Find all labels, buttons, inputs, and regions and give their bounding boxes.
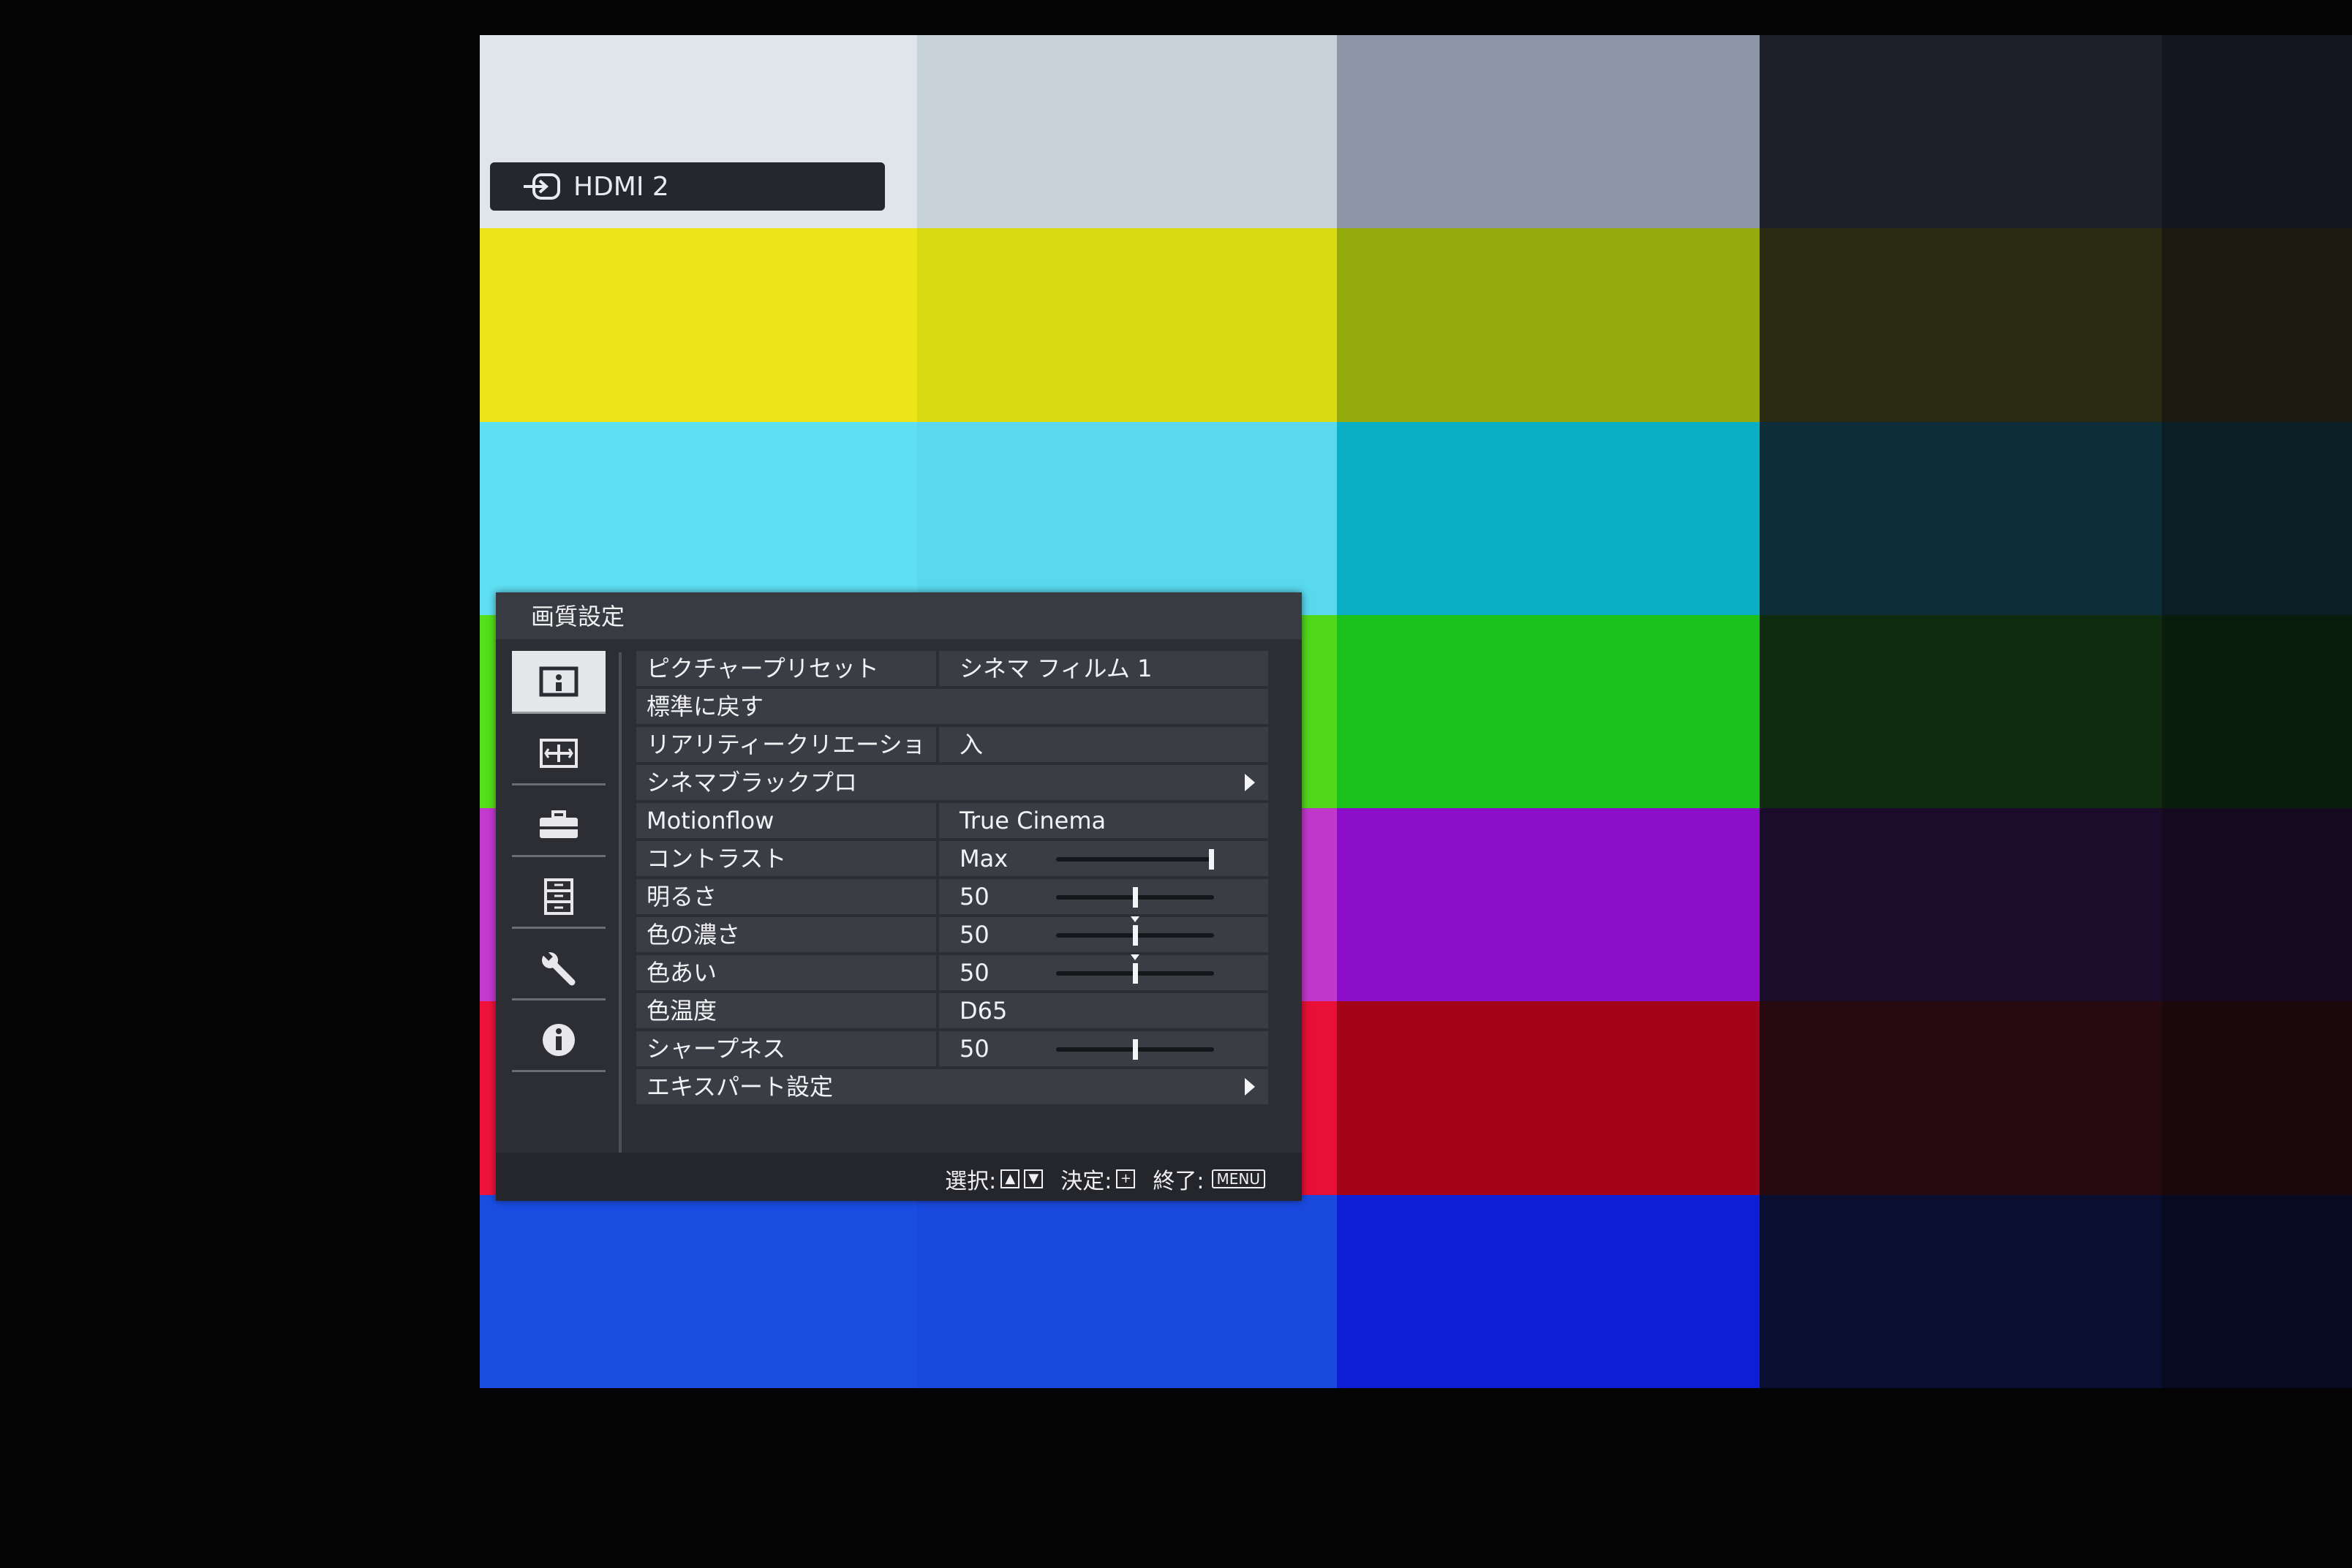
test-pattern-bar [2162, 615, 2352, 810]
menu-item-color-temp[interactable]: 色温度 D65 [636, 993, 1268, 1028]
center-mark-icon [1131, 954, 1139, 960]
menu-item-reset[interactable]: 標準に戻す [636, 689, 1268, 724]
slider-knob[interactable] [1209, 849, 1214, 870]
picture-icon [539, 666, 578, 696]
test-pattern-bar [1337, 808, 1760, 1003]
test-pattern-bar [2162, 1001, 2352, 1196]
test-pattern-bar [1337, 422, 1760, 617]
category-screen[interactable] [512, 723, 606, 785]
menu-item-reality-creation[interactable]: リアリティークリエーション 入 [636, 727, 1268, 794]
test-pattern-bar [2162, 35, 2352, 230]
screen-icon [540, 738, 578, 768]
category-picture[interactable] [512, 651, 606, 714]
test-pattern-bar [480, 1195, 917, 1388]
down-key-icon: ▼ [1024, 1169, 1044, 1188]
category-information[interactable] [512, 1009, 606, 1072]
test-pattern-bar [917, 422, 1337, 617]
test-pattern-bar [2162, 808, 2352, 1003]
menu-item-motionflow[interactable]: Motionflow True Cinema [636, 803, 1268, 838]
slider-knob[interactable] [1133, 963, 1138, 984]
menu-item-label: 色あい [636, 955, 936, 990]
input-indicator: HDMI 2 [490, 162, 885, 211]
menu-item-brightness[interactable]: 明るさ 50 [636, 879, 1268, 914]
menu-item-value: True Cinema [939, 803, 1268, 838]
test-pattern-bar [2162, 228, 2352, 423]
test-pattern-bar [1760, 808, 2162, 1003]
menu-item-label: ピクチャープリセット [636, 651, 936, 686]
wrench-icon [541, 949, 576, 985]
contrast-slider[interactable] [1056, 849, 1214, 870]
color-slider[interactable] [1056, 916, 1214, 946]
menu-item-label: コントラスト [636, 841, 936, 876]
menu-item-label: 明るさ [636, 879, 936, 914]
menu-item-label: エキスパート設定 [636, 1069, 1268, 1104]
menu-item-label: 色の濃さ [636, 917, 936, 952]
sharpness-slider[interactable] [1056, 1039, 1214, 1060]
menu-item-label: 標準に戻す [636, 689, 1268, 724]
slider-knob[interactable] [1133, 1039, 1138, 1060]
test-pattern-bar [480, 422, 917, 617]
slider-knob[interactable] [1133, 925, 1138, 946]
category-function[interactable] [512, 866, 606, 929]
test-pattern-bar [917, 228, 1337, 423]
test-pattern-bar [1337, 615, 1760, 810]
info-icon [543, 1023, 575, 1056]
menu-item-hue[interactable]: 色あい 50 [636, 954, 1268, 990]
test-pattern-bar [1760, 228, 2162, 423]
submenu-arrow-icon [1245, 774, 1255, 791]
input-source-icon [524, 173, 560, 200]
submenu-arrow-icon [1245, 1078, 1255, 1096]
slider-knob[interactable] [1133, 887, 1138, 908]
enter-hint: 決定: [1060, 1169, 1112, 1194]
category-installation[interactable] [512, 938, 606, 1000]
menu-item-value: D65 [939, 993, 1268, 1028]
key-guide: 選択: ▲ ▼ 決定: + 終了: MENU [945, 1163, 1265, 1195]
test-pattern-bar [1337, 228, 1760, 423]
category-setup[interactable] [512, 794, 606, 857]
test-pattern-bar [1337, 1195, 1760, 1388]
menu-item-expert-settings[interactable]: エキスパート設定 [636, 1069, 1268, 1104]
test-pattern-bar [1760, 422, 2162, 617]
menu-item-label: シャープネス [636, 1031, 936, 1066]
menu-item-cinema-black-pro[interactable]: シネマブラックプロ [636, 765, 1268, 800]
menu-item-label: シネマブラックプロ [636, 765, 1268, 800]
test-pattern-bar [917, 1195, 1337, 1388]
picture-settings-menu: 画質設定 ピクチャープリセット シネマ フィルム 1 標準に戻す リアリティーク… [496, 592, 1302, 1201]
menu-item-color[interactable]: 色の濃さ 50 [636, 916, 1268, 952]
function-icon [544, 878, 573, 915]
menu-footer: 選択: ▲ ▼ 決定: + 終了: MENU [496, 1153, 1302, 1201]
menu-item-sharpness[interactable]: シャープネス 50 [636, 1031, 1268, 1066]
test-pattern-bar [1760, 1001, 2162, 1196]
test-pattern-bar [2162, 1195, 2352, 1388]
center-mark-icon [1131, 916, 1139, 922]
test-pattern-bar [1760, 1195, 2162, 1388]
test-pattern-bar [480, 228, 917, 423]
menu-item-contrast[interactable]: コントラスト Max [636, 841, 1268, 876]
enter-key-icon: + [1116, 1169, 1136, 1188]
test-pattern-bar [1760, 615, 2162, 810]
menu-key-icon: MENU [1211, 1169, 1265, 1188]
test-pattern-bar [917, 35, 1337, 230]
brightness-slider[interactable] [1056, 887, 1214, 908]
menu-item-value: 入 [939, 727, 1268, 762]
sidebar-divider [619, 652, 622, 1157]
input-label: HDMI 2 [573, 171, 669, 202]
menu-item-label: リアリティークリエーション [636, 727, 936, 794]
menu-item-value: シネマ フィルム 1 [939, 651, 1268, 686]
select-hint: 選択: [945, 1169, 997, 1194]
menu-item-label: 色温度 [636, 993, 936, 1028]
exit-hint: 終了: [1153, 1169, 1205, 1194]
menu-item-label: Motionflow [636, 803, 936, 838]
up-key-icon: ▲ [1000, 1169, 1020, 1188]
test-pattern-bar [2162, 422, 2352, 617]
test-pattern-bar [1760, 35, 2162, 230]
test-pattern-bar [1337, 35, 1760, 230]
category-sidebar [506, 651, 608, 1163]
hue-slider[interactable] [1056, 954, 1214, 984]
menu-item-picture-preset[interactable]: ピクチャープリセット シネマ フィルム 1 [636, 651, 1268, 686]
menu-title: 画質設定 [496, 592, 1302, 639]
toolbox-icon [540, 810, 578, 838]
test-pattern-bar [1337, 1001, 1760, 1196]
